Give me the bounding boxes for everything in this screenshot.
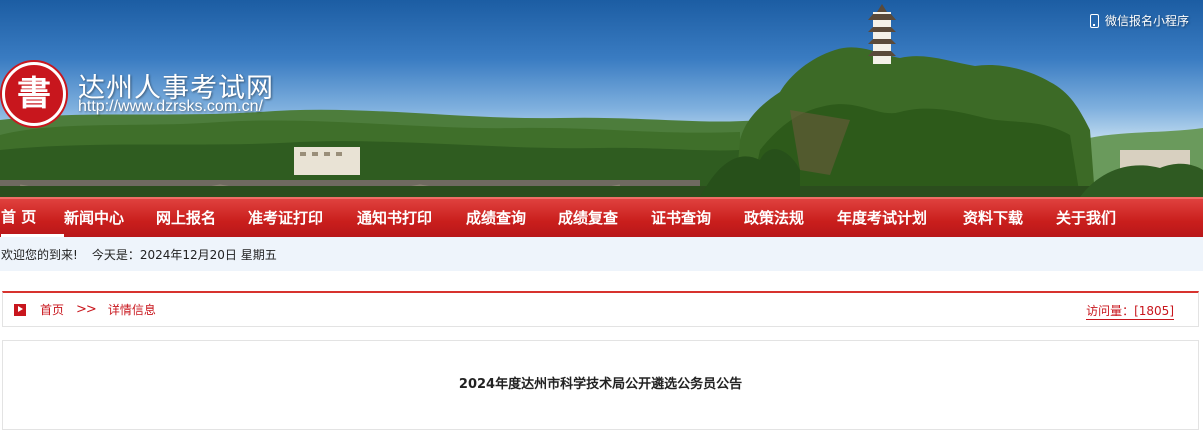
- nav-item-certificate-query[interactable]: 证书查询: [651, 199, 744, 237]
- nav-item-home[interactable]: 首 页: [1, 199, 64, 237]
- nav-item-score-query[interactable]: 成绩查询: [466, 199, 558, 237]
- header-banner: 書 达州人事考试网 http://www.dzrsks.com.cn/ 微信报名…: [0, 0, 1203, 197]
- breadcrumb-current: 详情信息: [107, 303, 156, 317]
- welcome-greeting: 欢迎您的到来!: [1, 247, 78, 262]
- play-icon: [14, 303, 26, 316]
- breadcrumb-separator: >>: [76, 302, 97, 317]
- nav-item-online-registration[interactable]: 网上报名: [156, 199, 248, 237]
- current-date: 今天是：2024年12月20日 星期五: [91, 247, 277, 262]
- phone-icon: [1089, 13, 1099, 28]
- nav-item-score-review[interactable]: 成绩复查: [558, 199, 651, 237]
- article-title: 2024年度达州市科学技术局公开遴选公务员公告: [458, 377, 743, 392]
- visit-counter: 访问量：[1805]: [1086, 304, 1174, 320]
- logo-seal-char: 書: [17, 74, 51, 114]
- breadcrumb: 首页 >> 详情信息 访问量：[1805]: [2, 291, 1199, 327]
- site-logo[interactable]: 書: [2, 62, 66, 126]
- wechat-mini-program-link[interactable]: 微信报名小程序: [1089, 12, 1189, 29]
- nav-item-notice-print[interactable]: 通知书打印: [357, 199, 466, 237]
- nav-item-admission-ticket[interactable]: 准考证打印: [248, 199, 357, 237]
- nav-item-about-us[interactable]: 关于我们: [1056, 199, 1136, 237]
- main-nav: 首 页 新闻中心 网上报名 准考证打印 通知书打印 成绩查询 成绩复查 证书查询…: [0, 197, 1203, 237]
- site-url[interactable]: http://www.dzrsks.com.cn/: [78, 98, 263, 116]
- breadcrumb-home-link[interactable]: 首页: [40, 301, 64, 318]
- nav-item-downloads[interactable]: 资料下载: [963, 199, 1056, 237]
- article-panel: 2024年度达州市科学技术局公开遴选公务员公告: [2, 340, 1199, 430]
- welcome-bar: 欢迎您的到来! 今天是：2024年12月20日 星期五: [0, 237, 1203, 271]
- nav-item-policies[interactable]: 政策法规: [744, 199, 837, 237]
- nav-item-annual-plan[interactable]: 年度考试计划: [837, 199, 963, 237]
- wechat-link-label: 微信报名小程序: [1104, 14, 1189, 28]
- nav-item-news[interactable]: 新闻中心: [64, 199, 156, 237]
